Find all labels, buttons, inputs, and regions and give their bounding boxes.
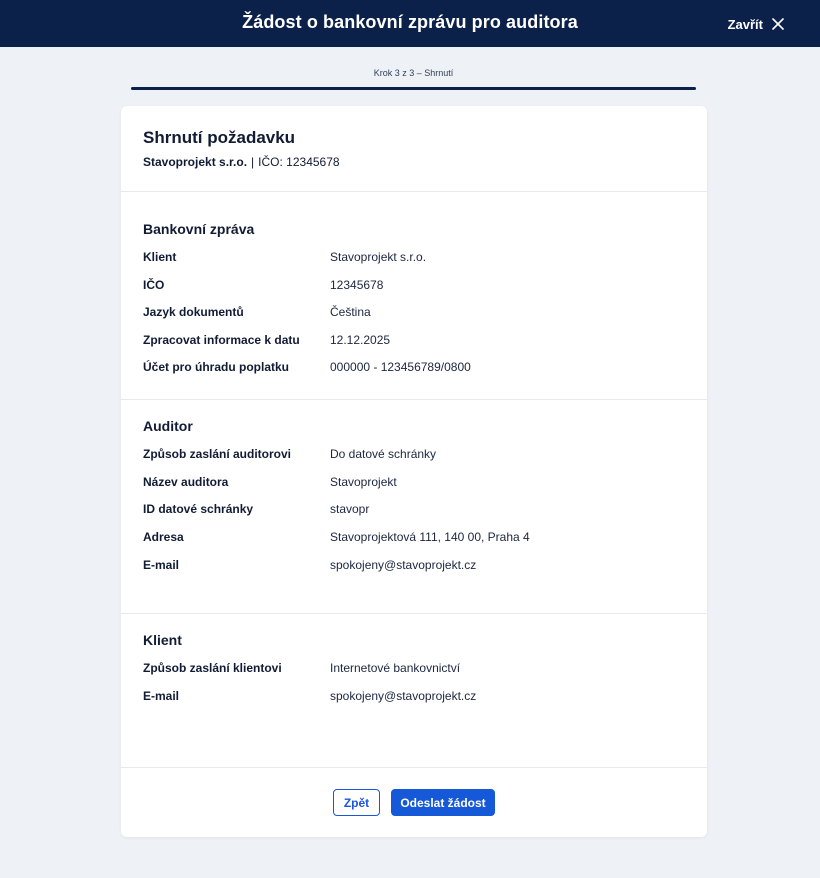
- row-value: 12345678: [330, 278, 384, 292]
- row-value: Stavoprojektová 111, 140 00, Praha 4: [330, 530, 530, 544]
- row-label: Způsob zaslání klientovi: [143, 661, 282, 675]
- section-auditor: Auditor Způsob zaslání auditorovi Do dat…: [143, 418, 683, 572]
- summary-card: Shrnutí požadavku Stavoprojekt s.r.o. | …: [121, 106, 707, 837]
- close-label: Zavřít: [727, 16, 763, 32]
- summary-row: Jazyk dokumentů Čeština: [143, 304, 683, 320]
- section-title: Klient: [143, 632, 182, 648]
- row-label: Účet pro úhradu poplatku: [143, 360, 290, 374]
- summary-subtitle: Stavoprojekt s.r.o. | IČO: 12345678: [143, 155, 340, 169]
- row-label: ID datové schránky: [143, 502, 254, 516]
- summary-row: Adresa Stavoprojektová 111, 140 00, Prah…: [143, 529, 683, 545]
- row-label: E-mail: [143, 558, 180, 572]
- close-icon: [772, 18, 784, 30]
- summary-row: Účet pro úhradu poplatku 000000 - 123456…: [143, 359, 683, 375]
- summary-row: E-mail spokojeny@stavoprojekt.cz: [143, 557, 683, 573]
- row-value: Čeština: [330, 305, 371, 319]
- divider: [121, 399, 707, 400]
- row-value: Do datové schránky: [330, 447, 437, 461]
- summary-row: ID datové schránky stavopr: [143, 501, 683, 517]
- summary-header: Shrnutí požadavku Stavoprojekt s.r.o. | …: [143, 128, 340, 169]
- section-title: Auditor: [143, 418, 193, 434]
- separator: |: [251, 155, 255, 169]
- row-label: Jazyk dokumentů: [143, 305, 244, 319]
- summary-row: E-mail spokojeny@stavoprojekt.cz: [143, 688, 683, 704]
- row-label: Název auditora: [143, 475, 229, 489]
- summary-row: Klient Stavoprojekt s.r.o.: [143, 249, 683, 265]
- step-text: Krok 3 z 3 – Shrnutí: [373, 68, 454, 78]
- row-label: Klient: [143, 250, 177, 264]
- row-value: Stavoprojekt: [330, 475, 397, 489]
- summary-row: IČO 12345678: [143, 277, 683, 293]
- row-value: 12.12.2025: [330, 333, 391, 347]
- divider: [121, 613, 707, 614]
- page-title: Žádost o bankovní zprávu pro auditora: [242, 12, 578, 32]
- row-value: Internetové bankovnictví: [330, 661, 461, 675]
- row-value: stavopr: [330, 502, 370, 516]
- summary-row: Název auditora Stavoprojekt: [143, 474, 683, 490]
- section-title: Bankovní zpráva: [143, 221, 255, 237]
- summary-row: Způsob zaslání auditorovi Do datové schr…: [143, 446, 683, 462]
- row-label: Zpracovat informace k datu: [143, 333, 300, 347]
- company-ico: IČO: 12345678: [258, 155, 340, 169]
- row-value: spokojeny@stavoprojekt.cz: [330, 689, 477, 703]
- summary-title: Shrnutí požadavku: [143, 128, 296, 147]
- company-name: Stavoprojekt s.r.o.: [143, 155, 248, 169]
- divider: [121, 191, 707, 192]
- summary-row: Zpracovat informace k datu 12.12.2025: [143, 332, 683, 348]
- row-label: Adresa: [143, 530, 184, 544]
- submit-button[interactable]: Odeslat žádost: [391, 789, 495, 816]
- summary-row: Způsob zaslání klientovi Internetové ban…: [143, 660, 683, 676]
- row-value: spokojeny@stavoprojekt.cz: [330, 558, 477, 572]
- row-label: Způsob zaslání auditorovi: [143, 447, 292, 461]
- step-indicator: Krok 3 z 3 – Shrnutí: [131, 68, 696, 92]
- row-label: E-mail: [143, 689, 180, 703]
- row-value: 000000 - 123456789/0800: [330, 360, 471, 374]
- row-label: IČO: [143, 278, 165, 292]
- progress-fill: [131, 87, 696, 90]
- section-bank-report: Bankovní zpráva Klient Stavoprojekt s.r.…: [143, 221, 683, 374]
- divider: [121, 767, 707, 768]
- back-button[interactable]: Zpět: [333, 789, 380, 816]
- close-button[interactable]: Zavřít: [728, 14, 784, 34]
- progress-track: [131, 87, 696, 90]
- section-client: Klient Způsob zaslání klientovi Internet…: [143, 632, 683, 703]
- row-value: Stavoprojekt s.r.o.: [330, 250, 427, 264]
- top-bar: Žádost o bankovní zprávu pro auditora Za…: [0, 0, 820, 47]
